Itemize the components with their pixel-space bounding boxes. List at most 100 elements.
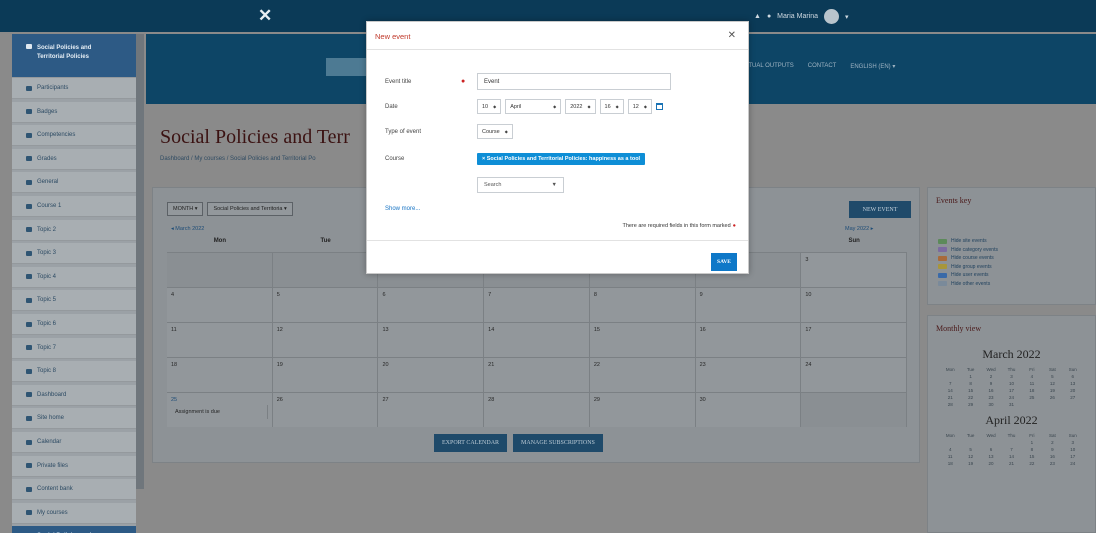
events-key-item[interactable]: Hide site events	[928, 237, 1095, 246]
sidebar-item[interactable]: Topic 6	[12, 314, 136, 335]
year-select[interactable]: 2022 ◆	[565, 99, 596, 114]
calendar-day-cell[interactable]: 23	[695, 358, 802, 392]
calendar-day-cell[interactable]: 21	[484, 358, 590, 392]
sidebar-scrollbar[interactable]	[136, 34, 144, 489]
sidebar-item[interactable]: Participants	[12, 78, 136, 99]
sidebar-item[interactable]: Topic 2	[12, 219, 136, 241]
mini-day[interactable]: 24	[1063, 461, 1083, 466]
nav-link[interactable]: CONTACT	[808, 63, 837, 70]
sidebar-item[interactable]: Social Policies and	[12, 526, 136, 533]
mini-day[interactable]: 3	[1001, 374, 1021, 379]
calendar-day-cell[interactable]: 4	[167, 288, 273, 322]
mini-day[interactable]: 1	[960, 374, 980, 379]
mini-day[interactable]: 16	[1042, 454, 1062, 459]
mini-day[interactable]: 6	[981, 447, 1001, 452]
next-month-link[interactable]: May 2022 ▸	[845, 226, 873, 232]
calendar-day-cell[interactable]	[167, 253, 273, 287]
sidebar-item[interactable]: Dashboard	[12, 384, 136, 406]
mini-day[interactable]: 18	[940, 461, 960, 466]
sidebar-item[interactable]: Competencies	[12, 125, 136, 147]
sidebar-item[interactable]: Content bank	[12, 479, 136, 501]
calendar-day-cell[interactable]	[272, 253, 379, 287]
prev-month-link[interactable]: ◂ March 2022	[171, 226, 204, 232]
sidebar-item[interactable]: Private files	[12, 455, 136, 477]
mini-day[interactable]: 10	[1001, 381, 1021, 386]
calendar-day-cell[interactable]: 28	[484, 393, 590, 427]
sidebar-item[interactable]: My courses	[12, 502, 136, 524]
calendar-day-cell[interactable]: 10	[801, 288, 908, 322]
mini-day[interactable]: 5	[1042, 374, 1062, 379]
mini-day[interactable]: 19	[1042, 388, 1062, 393]
calendar-day-cell[interactable]: 3	[801, 253, 908, 287]
mini-day[interactable]: 13	[1063, 381, 1083, 386]
mini-day[interactable]: 4	[1022, 374, 1042, 379]
new-event-button[interactable]: NEW EVENT	[849, 201, 911, 218]
bell-icon[interactable]: ▲	[754, 13, 761, 20]
mini-day[interactable]: 17	[1063, 454, 1083, 459]
calendar-event[interactable]: Assignment is due	[171, 405, 268, 419]
sidebar-item[interactable]: Course 1	[12, 196, 136, 217]
sidebar-item[interactable]: Calendar	[12, 432, 136, 453]
sidebar-item[interactable]: Topic 8	[12, 361, 136, 383]
avatar[interactable]	[824, 9, 840, 24]
calendar-day-cell[interactable]: 8	[589, 288, 696, 322]
mini-day[interactable]: 15	[960, 388, 980, 393]
mini-day[interactable]: 23	[981, 395, 1001, 400]
mini-day[interactable]: 4	[940, 447, 960, 452]
calendar-day-cell[interactable]: 29	[589, 393, 696, 427]
mini-day[interactable]: 6	[1063, 374, 1083, 379]
mini-day[interactable]: 11	[1022, 381, 1042, 386]
sidebar-item[interactable]: Topic 3	[12, 243, 136, 265]
calendar-day-cell[interactable]: 19	[272, 358, 379, 392]
mini-day[interactable]: 1	[1022, 440, 1042, 445]
month-select[interactable]: April ◆	[505, 99, 562, 114]
calendar-day-cell[interactable]: 18	[167, 358, 273, 392]
mini-day[interactable]: 23	[1042, 461, 1062, 466]
hour-select[interactable]: 16 ◆	[599, 99, 624, 114]
events-key-item[interactable]: Hide user events	[928, 271, 1095, 280]
mini-day[interactable]: 11	[940, 454, 960, 459]
mini-day[interactable]: 13	[981, 454, 1001, 459]
type-select[interactable]: Course ◆	[477, 124, 513, 139]
course-select[interactable]: Social Policies and Territoria ▾	[207, 202, 293, 216]
mini-day[interactable]: 20	[981, 461, 1001, 466]
mini-day[interactable]: 2	[981, 374, 1001, 379]
mini-day[interactable]: 22	[1022, 461, 1042, 466]
calendar-day-cell[interactable]	[801, 393, 908, 427]
calendar-day-cell[interactable]: 24	[801, 358, 908, 392]
mini-day[interactable]: 14	[940, 388, 960, 393]
sidebar-item[interactable]: Topic 4	[12, 266, 136, 288]
course-search-select[interactable]: Search ▼	[477, 177, 564, 193]
calendar-day-cell[interactable]: 15	[589, 323, 696, 357]
minute-select[interactable]: 12 ◆	[627, 99, 652, 114]
mini-day[interactable]: 17	[1001, 388, 1021, 393]
sidebar-item[interactable]: Grades	[12, 148, 136, 170]
events-key-item[interactable]: Hide group events	[928, 263, 1095, 272]
mini-day[interactable]: 8	[960, 381, 980, 386]
events-key-item[interactable]: Hide other events	[928, 280, 1095, 289]
mini-day[interactable]: 24	[1001, 395, 1021, 400]
close-icon[interactable]: ✕	[258, 7, 272, 24]
mini-day[interactable]: 8	[1022, 447, 1042, 452]
mini-month-title[interactable]: March 2022	[928, 347, 1095, 362]
calendar-icon[interactable]	[655, 103, 663, 110]
calendar-day-cell[interactable]: 11	[167, 323, 273, 357]
calendar-day-cell[interactable]: 14	[484, 323, 590, 357]
calendar-day-cell[interactable]: 13	[378, 323, 485, 357]
calendar-day-cell[interactable]: 26	[272, 393, 379, 427]
sidebar-item[interactable]: Topic 7	[12, 337, 136, 359]
sidebar-item[interactable]: Topic 5	[12, 290, 136, 312]
mini-day[interactable]: 12	[960, 454, 980, 459]
mini-day[interactable]: 28	[940, 402, 960, 407]
mini-day[interactable]: 29	[960, 402, 980, 407]
mini-day[interactable]: 21	[1001, 461, 1021, 466]
event-title-input[interactable]: Event	[477, 73, 671, 90]
chat-icon[interactable]: ●	[767, 13, 771, 20]
mini-month-title[interactable]: April 2022	[928, 413, 1095, 428]
mini-day[interactable]: 19	[960, 461, 980, 466]
mini-day[interactable]: 30	[981, 402, 1001, 407]
site-logo[interactable]	[326, 58, 366, 76]
mini-day[interactable]: 27	[1063, 395, 1083, 400]
calendar-day-cell[interactable]: 17	[801, 323, 908, 357]
calendar-day-cell[interactable]: 27	[378, 393, 485, 427]
